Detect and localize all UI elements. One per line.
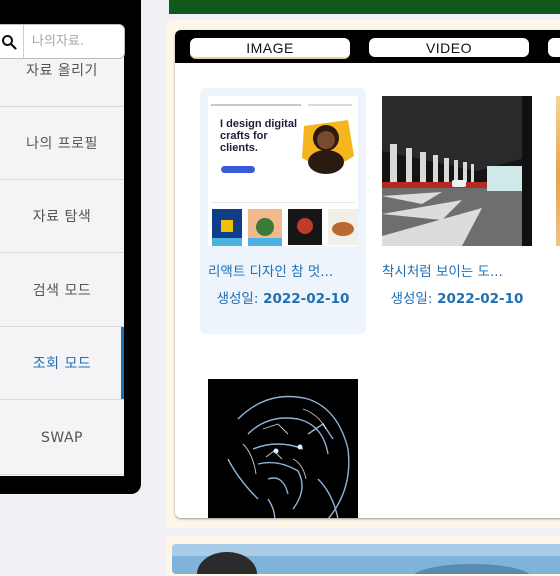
sidebar-item-upload[interactable]: 자료 올리기 — [0, 34, 124, 107]
tab-more[interactable] — [548, 38, 560, 57]
media-viewer: IMAGE VIDEO I design digital crafts for … — [175, 30, 560, 518]
media-tile[interactable]: I design digital crafts for clients. 리액트… — [200, 88, 366, 334]
sidebar-item-label: 자료 올리기 — [26, 63, 98, 79]
sidebar: 자료 올리기 나의 프로필 자료 탐색 검색 모드 조회 모드 SWAP — [0, 24, 125, 476]
sidebar-item-label: 나의 프로필 — [26, 136, 98, 152]
media-tile[interactable]: 착시처럼 보이는 도... 생성일: 2022-02-10 — [374, 88, 540, 334]
media-tile[interactable] — [200, 371, 366, 518]
thumbnail-image[interactable] — [556, 96, 560, 246]
item-title[interactable]: 리액트 디자인 참 멋... — [208, 260, 358, 280]
item-date: 생성일: 2022-02-10 — [374, 287, 540, 307]
sidebar-item-profile[interactable]: 나의 프로필 — [0, 107, 124, 180]
media-tabbar: IMAGE VIDEO — [175, 30, 560, 63]
date-value: 2022-02-10 — [437, 291, 524, 307]
item-title[interactable]: 착시처럼 보이는 도... — [382, 260, 532, 280]
sidebar-item-explore[interactable]: 자료 탐색 — [0, 180, 124, 253]
tab-image[interactable]: IMAGE — [190, 38, 350, 59]
thumbnail-headline: I design digital crafts for clients. — [220, 118, 298, 154]
date-label: 생성일: — [216, 291, 259, 307]
sidebar-item-label: SWAP — [41, 429, 83, 446]
sidebar-item-view-mode[interactable]: 조회 모드 — [0, 327, 124, 400]
top-banner — [169, 0, 560, 14]
sidebar-item-swap[interactable]: SWAP — [0, 401, 124, 475]
item-date: 생성일: 2022-02-10 — [200, 287, 366, 307]
sidebar-item-search-mode[interactable]: 검색 모드 — [0, 254, 124, 327]
thumbnail-image[interactable] — [382, 96, 532, 246]
date-value: 2022-02-10 — [263, 291, 350, 307]
sidebar-item-label: 조회 모드 — [32, 356, 92, 372]
tab-label: IMAGE — [246, 39, 294, 56]
thumbnail-image[interactable]: I design digital crafts for clients. — [208, 96, 358, 246]
thumbnail-image[interactable] — [208, 379, 358, 518]
tab-video[interactable]: VIDEO — [369, 38, 529, 57]
date-label: 생성일: — [390, 291, 433, 307]
sidebar-item-label: 자료 탐색 — [32, 209, 92, 225]
media-tile[interactable] — [548, 88, 560, 334]
tab-label: VIDEO — [425, 39, 473, 56]
secondary-card-image — [172, 544, 560, 574]
sidebar-item-label: 검색 모드 — [32, 283, 92, 299]
